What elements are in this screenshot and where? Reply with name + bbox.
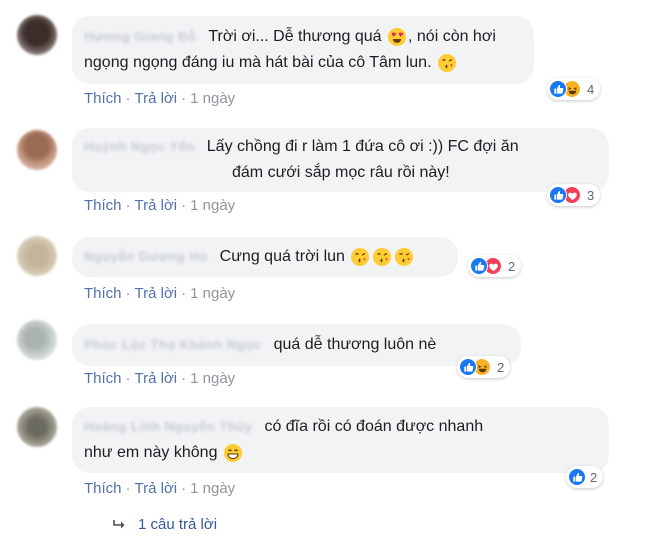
reply-arrow-icon [113,520,125,529]
timestamp[interactable]: 1 ngày [190,90,235,107]
avatar[interactable] [17,130,57,170]
timestamp[interactable]: 1 ngày [190,285,235,302]
comment-text: Trời ơi... Dễ thương quá [208,28,382,45]
kiss-emoji [395,247,414,266]
comment-text: ngọng ngọng đáng iu mà hát bài của cô Tâ… [84,54,432,71]
comment-actions: Thích · Trả lời · 1 ngày [84,90,236,107]
kiss-emoji [351,247,370,266]
reply-link[interactable]: Trả lời [135,370,178,387]
heart-eyes-emoji [388,27,406,46]
commenter-name[interactable]: Phúc Lộc Thọ Khánh Ngọc [84,332,262,358]
avatar[interactable] [17,407,57,447]
like-link[interactable]: Thích [84,370,122,387]
comment-bubble: Hương Giang Đỗ Trời ơi... Dễ thương quá ,… [72,16,534,84]
replies-label: 1 câu trả lời [138,516,218,533]
view-replies-link[interactable]: 1 câu trả lời [112,516,217,533]
comment-text: có đĩa rồi có đoán được nhanh [264,418,484,435]
avatar[interactable] [17,236,57,276]
comment-actions: Thích · Trả lời · 1 ngày [84,197,236,214]
reaction-count: 2 [497,359,505,375]
reaction-summary[interactable]: 2 [468,255,522,277]
timestamp[interactable]: 1 ngày [190,370,235,387]
kiss-emoji [373,247,392,266]
reaction-count: 3 [587,187,595,203]
like-reaction-icon [549,80,567,98]
reply-link[interactable]: Trả lời [135,197,178,214]
timestamp[interactable]: 1 ngày [190,480,235,497]
commenter-name[interactable]: Nguyễn Dương Ho [84,244,208,270]
comment-bubble: Huỳnh Ngọc Yến Lấy chồng đi r làm 1 đứa c… [72,128,609,192]
like-reaction-icon [470,257,488,275]
commenter-name[interactable]: Hoàng Linh Nguyễn Thùy [84,414,252,440]
comment-actions: Thích · Trả lời · 1 ngày [84,480,236,497]
comment-actions: Thích · Trả lời · 1 ngày [84,285,236,302]
comment-bubble: Nguyễn Dương Ho Cưng quá trời lun [72,237,458,277]
reply-link[interactable]: Trả lời [135,480,178,497]
reaction-summary[interactable]: 2 [457,356,511,378]
commenter-name[interactable]: Hương Giang Đỗ [84,24,196,50]
comment-text: đám cưới sắp mọc râu rồi này! [232,164,450,181]
comment-bubble: Hoàng Linh Nguyễn Thùy có đĩa rồi có đoán… [72,407,609,473]
comment-text: Cưng quá trời lun [219,248,345,265]
commenter-name[interactable]: Huỳnh Ngọc Yến [84,134,195,160]
like-link[interactable]: Thích [84,197,122,214]
like-reaction-icon [568,468,586,486]
comment-text: Lấy chồng đi r làm 1 đứa cô ơi :)) FC đợ… [206,138,519,155]
like-link[interactable]: Thích [84,90,122,107]
avatar[interactable] [17,320,57,360]
reaction-count: 4 [587,81,595,97]
reaction-count: 2 [508,258,516,274]
like-reaction-icon [459,358,477,376]
comment-bubble: Phúc Lộc Thọ Khánh Ngọc quá dễ thương luô… [72,324,521,366]
reply-link[interactable]: Trả lời [135,285,178,302]
comment-actions: Thích · Trả lời · 1 ngày [84,370,236,387]
grin-emoji [223,443,242,462]
reaction-summary[interactable]: 2 [566,466,604,488]
timestamp[interactable]: 1 ngày [190,197,235,214]
reaction-count: 2 [590,469,598,485]
avatar[interactable] [17,15,57,55]
comment-text: , nói còn hơi [408,28,496,45]
comment-text: như em này không [84,444,218,461]
comment-text: quá dễ thương luôn nè [273,336,437,353]
reaction-summary[interactable]: 4 [547,78,601,100]
reaction-summary[interactable]: 3 [547,184,601,206]
kiss-emoji [437,53,456,72]
like-link[interactable]: Thích [84,480,122,497]
like-link[interactable]: Thích [84,285,122,302]
like-reaction-icon [549,186,567,204]
reply-link[interactable]: Trả lời [135,90,178,107]
